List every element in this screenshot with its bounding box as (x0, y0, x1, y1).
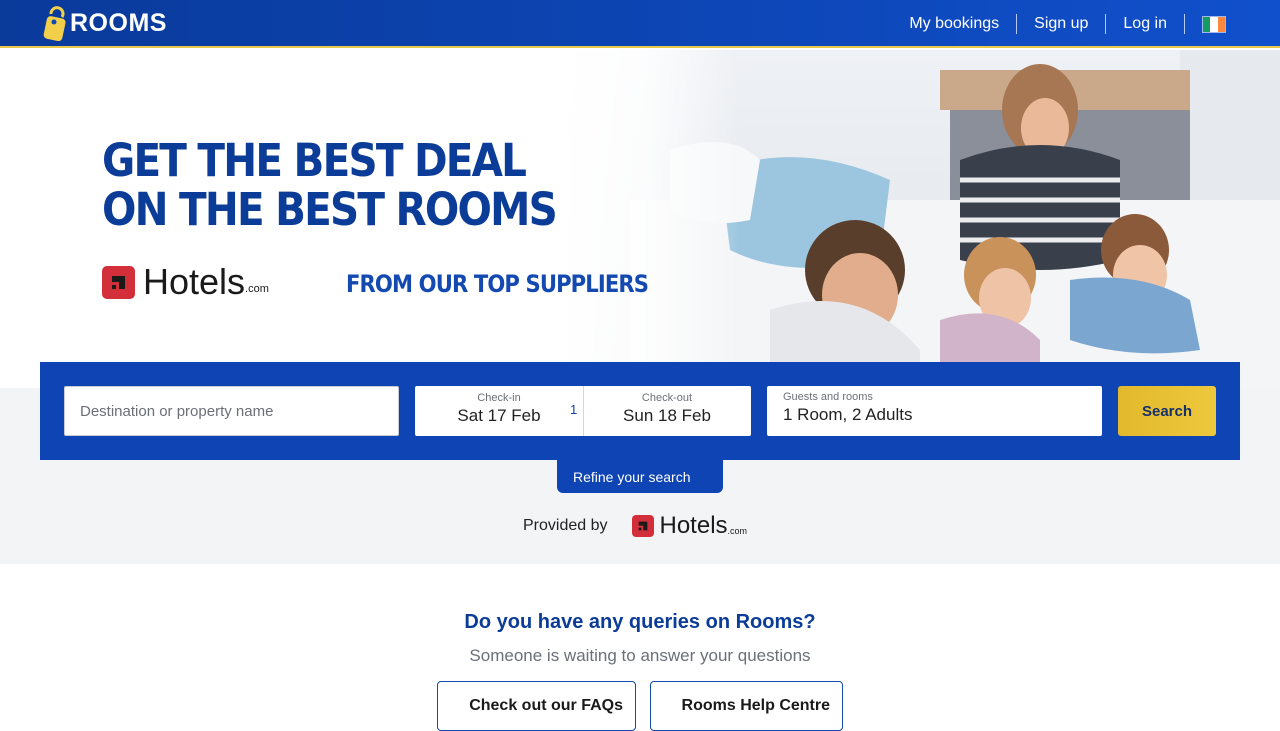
check-out-value: Sun 18 Feb (623, 406, 711, 425)
hotels-mark-icon (102, 265, 135, 299)
help-centre-button-label: Rooms Help Centre (681, 697, 830, 714)
hotels-mark-icon (631, 515, 654, 537)
queries-title: Do you have any queries on Rooms? (464, 611, 816, 633)
queries-section: Do you have any queries on Rooms? Someon… (0, 564, 1280, 731)
hotels-logo-suffix: .com (727, 526, 748, 536)
refine-search-tab[interactable]: Refine your search (557, 460, 723, 493)
top-navigation-bar: ROOMS My bookings Sign up Log in (0, 0, 1280, 48)
hotels-provider-logo: Hotels .com (631, 512, 748, 540)
brand-name: ROOMS (70, 8, 167, 37)
hero-headline: GET THE BEST DEAL ON THE BEST ROOMS (102, 134, 558, 236)
search-panel: Destination or property name Check-in Sa… (40, 362, 1240, 460)
hero-tagline: FROM OUR TOP SUPPLIERS (346, 270, 649, 298)
provided-by: Provided by Hotels .com (523, 512, 747, 540)
check-out-label: Check-out (641, 392, 693, 404)
my-bookings-link[interactable]: My bookings (892, 15, 1016, 33)
hotels-partner-logo: Hotels .com (102, 261, 269, 303)
queries-subtitle: Someone is waiting to answer your questi… (469, 646, 811, 665)
guests-label: Guests and rooms (783, 391, 873, 403)
faqs-button[interactable]: Check out our FAQs (437, 681, 636, 731)
help-centre-button[interactable]: Rooms Help Centre (650, 681, 843, 731)
log-in-link[interactable]: Log in (1106, 15, 1184, 33)
check-in-value: Sat 17 Feb (457, 406, 541, 425)
check-out-field[interactable]: Check-out Sun 18 Feb (583, 386, 751, 436)
header-nav: My bookings Sign up Log in (892, 0, 1226, 48)
hero-headline-line-2: ON THE BEST ROOMS (102, 183, 558, 236)
check-in-field[interactable]: Check-in Sat 17 Feb (415, 386, 583, 436)
sign-up-link[interactable]: Sign up (1017, 15, 1105, 33)
search-button[interactable]: Search (1118, 386, 1216, 436)
provided-by-label: Provided by (523, 517, 608, 534)
hero-family-photo (560, 50, 1280, 388)
hero-headline-line-1: GET THE BEST DEAL (102, 134, 527, 187)
nights-count: 1 (570, 402, 578, 417)
hotels-logo-suffix: .com (245, 283, 269, 295)
nav-divider (1184, 14, 1185, 34)
ireland-flag-icon[interactable] (1202, 15, 1226, 33)
guests-rooms-field[interactable]: Guests and rooms 1 Room, 2 Adults (767, 386, 1102, 436)
hotels-logo-text: Hotels (143, 261, 246, 302)
hotels-logo-text: Hotels (659, 512, 728, 539)
faqs-button-label: Check out our FAQs (469, 697, 623, 714)
date-picker[interactable]: Check-in Sat 17 Feb 1 Check-out Sun 18 F… (415, 386, 751, 436)
hero-banner: GET THE BEST DEAL ON THE BEST ROOMS Hote… (0, 50, 1280, 388)
guests-value: 1 Room, 2 Adults (783, 405, 913, 424)
check-in-label: Check-in (477, 392, 521, 404)
destination-input[interactable]: Destination or property name (64, 386, 399, 436)
door-hanger-icon (43, 6, 66, 41)
rooms-logo[interactable]: ROOMS (42, 4, 167, 42)
